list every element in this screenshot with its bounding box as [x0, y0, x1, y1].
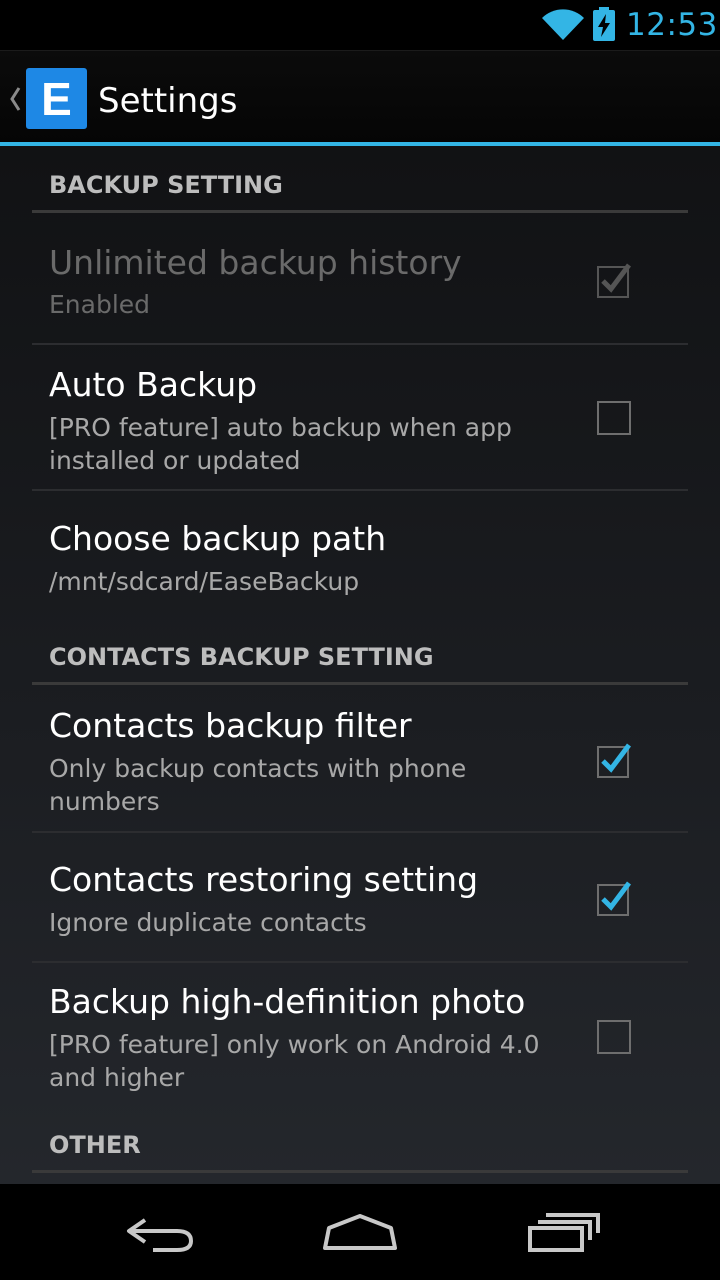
pref-title: Choose backup path: [49, 519, 387, 558]
home-icon[interactable]: [315, 1202, 405, 1262]
wifi-icon: [542, 9, 584, 41]
section-header-other: OTHER: [32, 1130, 688, 1174]
battery-charging-icon: [593, 7, 615, 41]
section-header-label: CONTACTS BACKUP SETTING: [49, 643, 434, 671]
section-header-backup: BACKUP SETTING: [32, 170, 688, 214]
navigation-bar: [0, 1184, 720, 1280]
checkbox-unchecked[interactable]: [594, 1017, 634, 1057]
pref-title: Contacts backup filter: [49, 706, 412, 745]
pref-title: Backup high-definition photo: [49, 982, 526, 1021]
pref-title: Unlimited backup history: [49, 243, 462, 282]
pref-title: Auto Backup: [49, 365, 258, 404]
checkbox-checked[interactable]: [594, 739, 634, 779]
app-icon[interactable]: E: [26, 68, 87, 129]
section-divider: [32, 210, 688, 213]
page-title: Settings: [98, 81, 238, 121]
checkbox-unchecked[interactable]: [594, 398, 634, 438]
pref-contacts-backup-filter[interactable]: Contacts backup filter Only backup conta…: [32, 686, 688, 833]
section-header-contacts: CONTACTS BACKUP SETTING: [32, 642, 688, 686]
back-icon[interactable]: [115, 1202, 205, 1262]
pref-summary: [PRO feature] auto backup when app insta…: [49, 413, 512, 475]
recent-apps-icon[interactable]: [518, 1202, 608, 1262]
section-divider: [32, 682, 688, 685]
pref-summary: Enabled: [49, 290, 151, 319]
pref-summary: Ignore duplicate contacts: [49, 908, 367, 937]
pref-summary: [PRO feature] only work on Android 4.0 a…: [49, 1030, 540, 1092]
section-header-label: OTHER: [49, 1131, 141, 1159]
action-bar: E Settings: [0, 50, 720, 143]
checkbox-checked[interactable]: [594, 877, 634, 917]
pref-contacts-restoring-setting[interactable]: Contacts restoring setting Ignore duplic…: [32, 833, 688, 963]
pref-summary: Only backup contacts with phone numbers: [49, 754, 467, 816]
pref-title: Contacts restoring setting: [49, 860, 479, 899]
clock: 12:53: [626, 7, 718, 43]
settings-list[interactable]: BACKUP SETTING Unlimited backup history …: [0, 146, 720, 1184]
pref-auto-backup[interactable]: Auto Backup [PRO feature] auto backup wh…: [32, 345, 688, 491]
up-chevron-icon[interactable]: [8, 85, 22, 113]
status-bar: 12:53: [0, 0, 720, 50]
section-divider: [32, 1170, 688, 1173]
pref-choose-backup-path[interactable]: Choose backup path /mnt/sdcard/EaseBacku…: [32, 491, 688, 621]
pref-unlimited-backup-history: Unlimited backup history Enabled: [32, 214, 688, 345]
checkbox-checked-disabled: [597, 263, 631, 298]
pref-summary: /mnt/sdcard/EaseBackup: [49, 567, 360, 596]
pref-backup-hd-photo[interactable]: Backup high-definition photo [PRO featur…: [32, 963, 688, 1108]
app-icon-letter: E: [41, 72, 72, 125]
section-header-label: BACKUP SETTING: [49, 171, 283, 199]
